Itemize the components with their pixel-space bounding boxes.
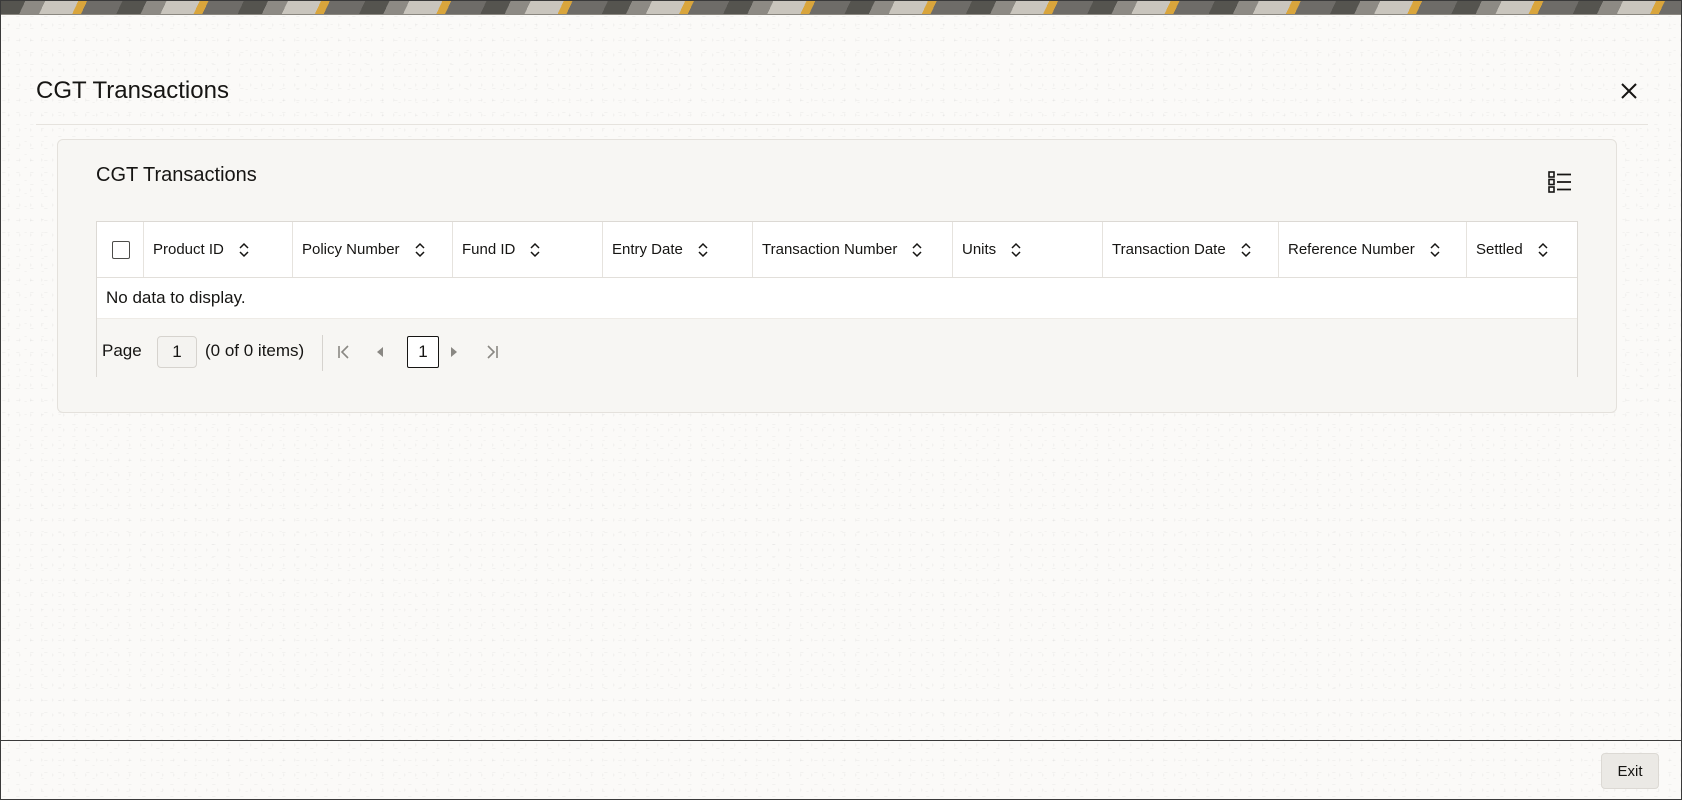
sort-icon[interactable] [1010,242,1022,258]
sort-icon[interactable] [529,242,541,258]
header-banner [1,1,1681,15]
close-icon [1621,83,1637,99]
previous-page-button[interactable] [369,341,391,363]
column-label: Transaction Number [762,241,898,258]
next-page-button[interactable] [443,341,465,363]
sort-icon[interactable] [414,242,426,258]
column-header-policy-number[interactable]: Policy Number [293,222,453,277]
sort-icon[interactable] [238,242,250,258]
column-label: Settled [1476,241,1523,258]
column-header-transaction-date[interactable]: Transaction Date [1103,222,1279,277]
sort-icon[interactable] [1429,242,1441,258]
column-header-settled[interactable]: Settled [1467,222,1577,277]
select-all-checkbox[interactable] [112,241,130,259]
page-title: CGT Transactions [36,77,229,104]
panel-title: CGT Transactions [96,164,257,186]
next-page-icon [451,347,457,357]
previous-page-icon [377,347,383,357]
column-label: Reference Number [1288,241,1415,258]
transactions-table: Product ID Policy Number Fund ID Entry D… [96,221,1578,377]
last-page-button[interactable] [481,341,503,363]
sort-icon[interactable] [911,242,923,258]
page-label: Page [102,341,142,360]
list-view-icon [1548,171,1571,193]
column-header-units[interactable]: Units [953,222,1103,277]
empty-table-message: No data to display. [106,288,246,307]
column-header-fund-id[interactable]: Fund ID [453,222,603,277]
column-selector-button[interactable] [1546,168,1574,196]
column-label: Policy Number [302,241,400,258]
column-header-transaction-number[interactable]: Transaction Number [753,222,953,277]
column-label: Product ID [153,241,224,258]
column-header-product-id[interactable]: Product ID [144,222,293,277]
header-divider [36,124,1648,125]
first-page-button[interactable] [333,341,355,363]
table-header-row: Product ID Policy Number Fund ID Entry D… [97,222,1577,278]
dialog-window: CGT Transactions CGT Transactions Produc… [0,0,1682,800]
column-label: Entry Date [612,241,683,258]
column-header-reference-number[interactable]: Reference Number [1279,222,1467,277]
item-count: (0 of 0 items) [205,341,305,360]
sort-icon[interactable] [697,242,709,258]
current-page-button[interactable]: 1 [407,336,439,368]
footer-divider [1,740,1681,741]
page-number-input[interactable] [157,336,197,368]
first-page-icon [338,345,349,359]
select-all-cell [97,222,144,277]
sort-icon[interactable] [1240,242,1252,258]
sort-icon[interactable] [1537,242,1549,258]
close-button[interactable] [1615,77,1643,105]
transactions-panel: CGT Transactions Product ID Policy Numbe… [57,139,1617,413]
pagination-bar: Page (0 of 0 items) 1 [97,318,1577,377]
column-label: Units [962,241,997,258]
last-page-icon [487,345,498,359]
column-label: Transaction Date [1112,241,1226,258]
exit-button[interactable]: Exit [1601,753,1659,789]
column-label: Fund ID [462,241,516,258]
column-header-entry-date[interactable]: Entry Date [603,222,753,277]
pagination-divider [322,335,323,371]
